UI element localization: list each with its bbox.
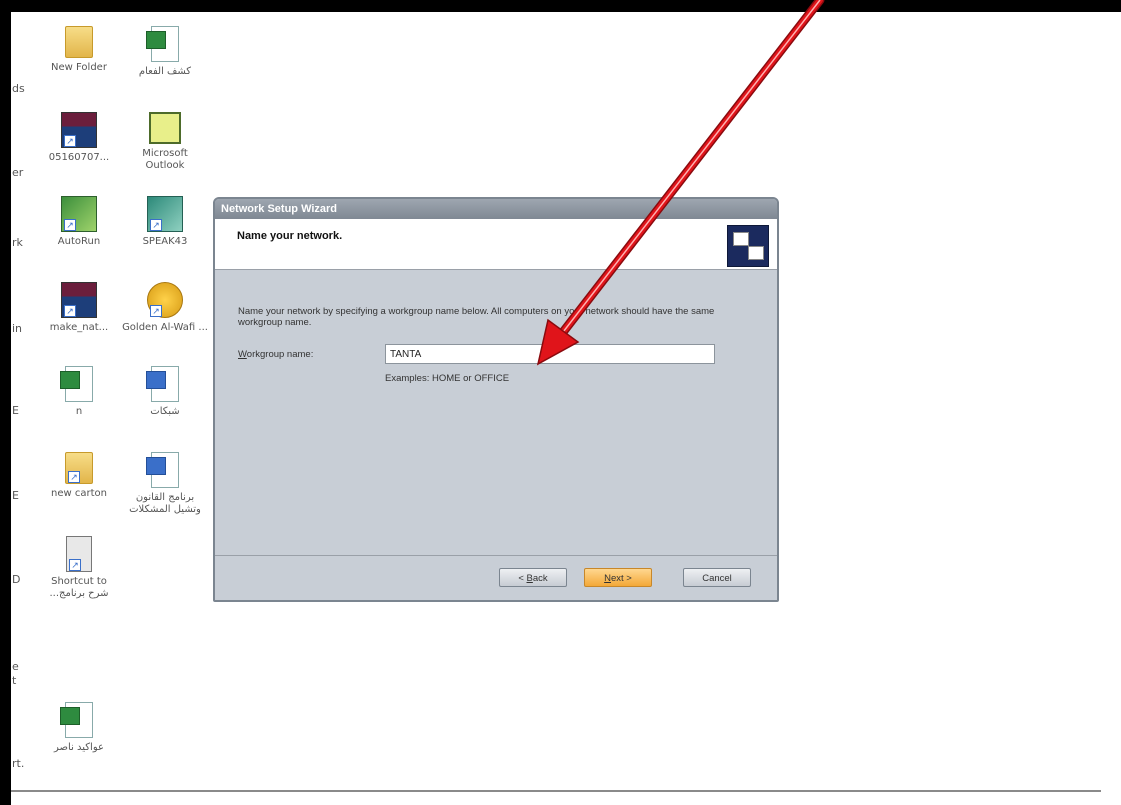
golden-disc-icon: ↗ (147, 282, 183, 318)
excel-document-icon (146, 26, 179, 62)
next-label: ext > (611, 573, 632, 584)
icon-label: Microsoft Outlook (142, 148, 188, 171)
bottom-rule (11, 790, 1101, 792)
icon-label: برنامج القانون وتشيل المشكلات (129, 492, 201, 515)
back-label: ack (532, 573, 548, 584)
wizard-title-bar[interactable]: Network Setup Wizard (215, 199, 777, 219)
desktop-icon-n[interactable]: n (36, 366, 122, 418)
footer-divider (215, 555, 777, 556)
desktop-icon-law-program-doc[interactable]: برنامج القانون وتشيل المشكلات (122, 452, 208, 516)
outlook-icon (149, 112, 181, 144)
folder-icon (65, 26, 93, 58)
desktop-icon-networks-doc[interactable]: شبكات (122, 366, 208, 418)
desktop-icon-excel-file[interactable]: كشف الفعام (122, 26, 208, 78)
video-shortcut-icon: ↗ (61, 112, 97, 148)
autorun-icon: ↗ (61, 196, 97, 232)
excel-document-icon (60, 366, 93, 402)
video-shortcut-icon: ↗ (61, 282, 97, 318)
cut-icon-label: t (12, 674, 17, 687)
word-document-icon (146, 366, 179, 402)
word-document-icon (146, 452, 179, 488)
label-text: orkgroup name: (246, 349, 314, 360)
frame-border-top (0, 0, 1121, 12)
workgroup-name-input[interactable] (385, 344, 715, 364)
cut-icon-label: rk (12, 236, 23, 249)
accelerator-key: W (238, 349, 247, 360)
workgroup-name-label: Workgroup name: (238, 349, 313, 360)
icon-label: عواكيد ناصر (54, 742, 104, 753)
cut-icon-label: rt. (12, 757, 25, 770)
excel-document-icon (60, 702, 93, 738)
accelerator-key: N (604, 573, 611, 584)
cut-icon-label: er (12, 166, 24, 179)
wizard-description: Name your network by specifying a workgr… (238, 306, 715, 328)
icon-label: 05160707... (48, 152, 110, 163)
desktop-icon-video[interactable]: ↗ 05160707... (36, 112, 122, 164)
desktop-icon-new-carton[interactable]: ↗ new carton (36, 452, 122, 500)
network-computers-icon (727, 225, 769, 267)
frame-border-left (0, 0, 11, 805)
icon-label: n (75, 406, 83, 417)
desktop-icon-make-nat[interactable]: ↗ make_nat... (36, 282, 122, 334)
icon-label: AutoRun (57, 236, 101, 247)
cut-icon-label: ds (12, 82, 25, 95)
next-button[interactable]: Next > (584, 568, 652, 587)
cut-icon-label: in (12, 322, 23, 335)
back-button[interactable]: < Back (499, 568, 567, 587)
wizard-header: Name your network. (215, 219, 777, 270)
desktop-icon-speak43[interactable]: ↗ SPEAK43 (122, 196, 208, 248)
cut-icon-label: E (12, 489, 19, 502)
cut-icon-label: D (12, 573, 21, 586)
cancel-button[interactable]: Cancel (683, 568, 751, 587)
icon-label: SPEAK43 (142, 236, 188, 247)
icon-label: كشف الفعام (138, 66, 192, 77)
folder-shortcut-icon: ↗ (65, 452, 93, 484)
icon-label: new carton (51, 488, 107, 499)
desktop-icon-excel-file-2[interactable]: عواكيد ناصر (36, 702, 122, 754)
desktop-icon-autorun[interactable]: ↗ AutoRun (36, 196, 122, 248)
desktop-icon-new-folder[interactable]: New Folder (36, 26, 122, 74)
cut-icon-label: e (12, 660, 19, 673)
icon-label: make_nat... (49, 322, 109, 333)
cut-icon-label: E (12, 404, 19, 417)
wizard-body: Name your network by specifying a workgr… (215, 270, 777, 590)
icon-label: Golden Al-Wafi ... (122, 322, 208, 333)
desktop-icon-outlook[interactable]: Microsoft Outlook (122, 112, 208, 172)
wizard-heading: Name your network. (237, 230, 343, 242)
icon-label: New Folder (51, 62, 107, 73)
application-icon: ↗ (147, 196, 183, 232)
icon-label: شبكات (150, 406, 180, 417)
shortcut-icon: ↗ (66, 536, 92, 572)
desktop-icon-golden-al-wafi[interactable]: ↗ Golden Al-Wafi ... (122, 282, 208, 334)
desktop-icon-shortcut[interactable]: ↗ Shortcut to ...شرح برنامج (36, 536, 122, 600)
network-setup-wizard-window: Network Setup Wizard Name your network. … (213, 197, 779, 602)
icon-label: Shortcut to ...شرح برنامج (49, 576, 109, 599)
back-prefix: < (518, 573, 527, 584)
workgroup-example-text: Examples: HOME or OFFICE (385, 373, 510, 384)
